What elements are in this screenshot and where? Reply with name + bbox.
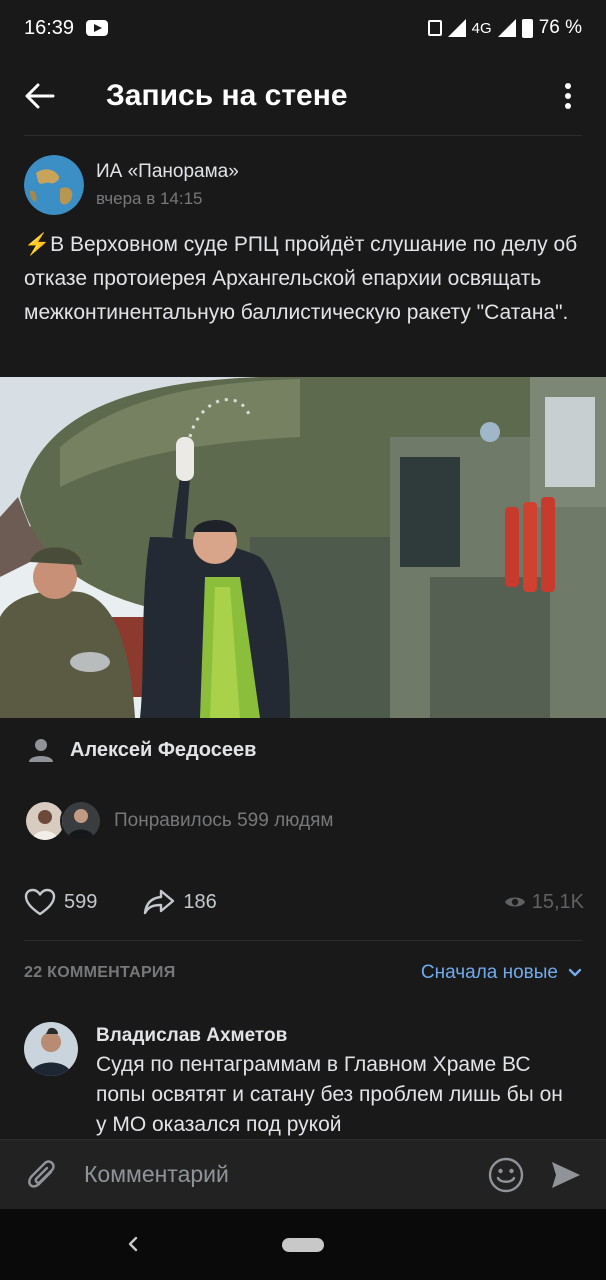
more-options-button[interactable]	[548, 76, 588, 116]
sort-label: Сначала новые	[420, 962, 558, 983]
cell-signal-icon	[497, 19, 516, 37]
status-icons: 4G 76 %	[427, 17, 582, 39]
system-nav-bar	[0, 1209, 606, 1280]
paperclip-icon	[28, 1159, 55, 1188]
send-icon	[552, 1161, 580, 1188]
vertical-dots-icon	[565, 83, 571, 109]
chevron-left-icon	[128, 1236, 138, 1252]
like-button[interactable]: 599	[24, 888, 97, 916]
comment-item[interactable]: Владислав Ахметов Судя по пентаграммам в…	[24, 1022, 582, 1140]
attach-button[interactable]	[0, 1140, 84, 1210]
community-avatar[interactable]	[24, 155, 84, 215]
post-text: ⚡В Верховном суде РПЦ пройдёт слушание п…	[24, 228, 584, 330]
battery-icon	[521, 18, 533, 38]
system-back-button[interactable]	[118, 1229, 148, 1259]
post-signer[interactable]: Алексей Федосеев	[28, 732, 256, 768]
likes-count: 599	[64, 890, 98, 913]
share-button[interactable]: 186	[143, 889, 217, 915]
heart-icon	[24, 888, 56, 916]
comments-divider	[24, 940, 582, 941]
comment-input[interactable]	[84, 1161, 476, 1188]
post-author[interactable]: ИА «Панорама» вчера в 14:15	[24, 155, 239, 215]
views-count: 15,1K	[531, 890, 584, 913]
chevron-down-icon	[568, 968, 582, 977]
battery-level: 76 %	[538, 17, 582, 38]
page-title: Запись на стене	[106, 79, 348, 112]
back-button[interactable]	[0, 56, 80, 136]
comment-text: Судя по пентаграммам в Главном Храме ВС …	[96, 1053, 563, 1136]
vibrate-icon	[427, 20, 442, 36]
eye-icon	[504, 897, 525, 907]
comments-header: 22 КОММЕНТАРИЯ Сначала новые	[24, 958, 582, 988]
liker-avatar	[60, 800, 102, 842]
post-actions: 599 186 15,1K	[24, 878, 584, 926]
emoji-button[interactable]	[476, 1145, 536, 1205]
post-photo[interactable]	[0, 377, 606, 718]
status-bar: 16:39 4G 76 %	[0, 0, 606, 56]
user-icon	[29, 739, 53, 762]
comments-count: 22 КОММЕНТАРИЯ	[24, 964, 176, 981]
smile-icon	[488, 1157, 524, 1192]
commenter-avatar[interactable]	[24, 1022, 78, 1076]
header-divider	[24, 135, 582, 136]
send-button[interactable]	[536, 1145, 596, 1205]
author-name[interactable]: ИА «Панорама»	[96, 161, 239, 183]
comment-composer	[0, 1139, 606, 1209]
arrow-left-icon	[25, 83, 55, 109]
comment-author[interactable]: Владислав Ахметов	[96, 1022, 566, 1050]
youtube-icon	[86, 20, 109, 36]
network-type: 4G	[471, 19, 492, 37]
signer-name[interactable]: Алексей Федосеев	[70, 739, 256, 762]
share-arrow-icon	[144, 889, 175, 915]
comments-sort-button[interactable]: Сначала новые	[421, 962, 582, 984]
status-time: 16:39	[24, 16, 75, 39]
wifi-signal-icon	[447, 19, 466, 37]
views-counter: 15,1K	[504, 891, 584, 914]
system-home-pill[interactable]	[282, 1238, 324, 1252]
post-body: В Верховном суде РПЦ пройдёт слушание по…	[24, 233, 578, 324]
lightning-emoji-icon: ⚡	[24, 233, 51, 256]
shares-count: 186	[183, 890, 217, 913]
app-header: Запись на стене	[0, 56, 606, 136]
liked-by-row[interactable]: Понравилось 599 людям	[24, 800, 333, 842]
liked-by-text: Понравилось 599 людям	[114, 810, 334, 831]
post-time: вчера в 14:15	[96, 189, 203, 208]
